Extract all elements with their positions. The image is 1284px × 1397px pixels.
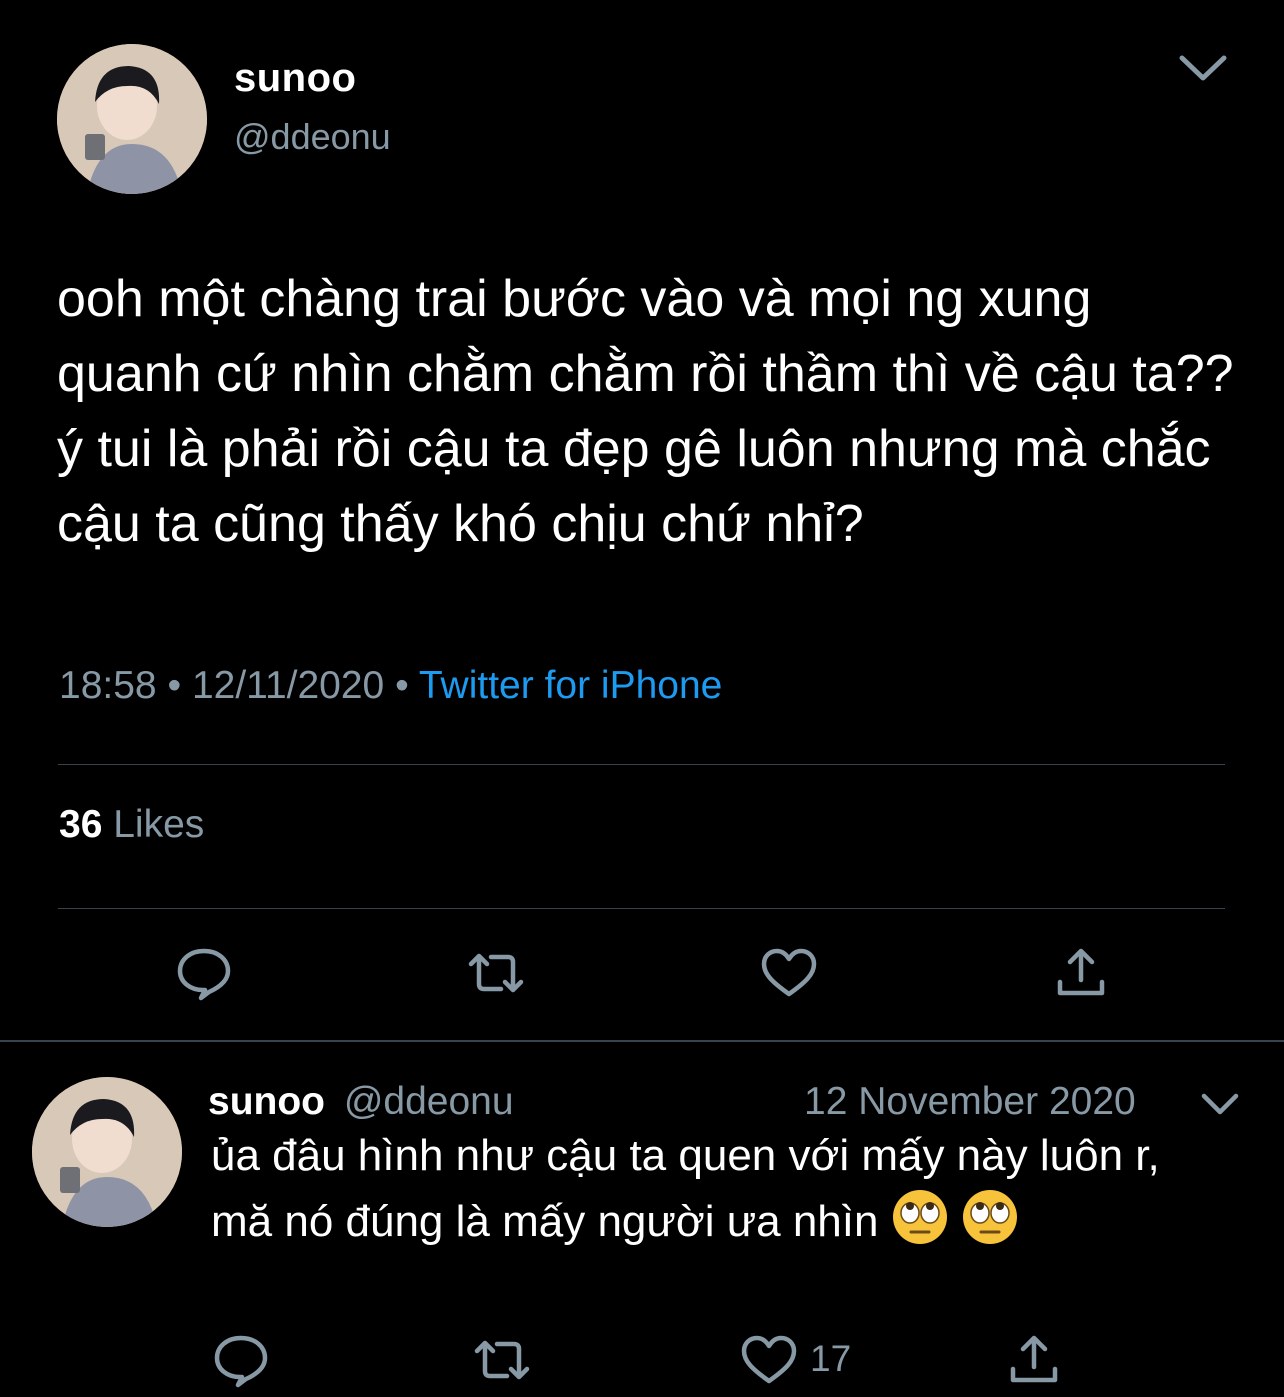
tweet-source-link[interactable]: Twitter for iPhone: [419, 664, 722, 707]
meta-separator: •: [167, 664, 182, 707]
reply-text-block: ủa đâu hình như cậu ta quen với mấy này …: [211, 1124, 1201, 1254]
chevron-down-icon[interactable]: [1200, 1090, 1240, 1118]
likes-count: 36: [59, 803, 103, 846]
avatar-image: [32, 1077, 182, 1227]
divider: [58, 908, 1225, 909]
retweet-icon[interactable]: [473, 1331, 531, 1389]
share-icon[interactable]: [1005, 1331, 1063, 1389]
avatar[interactable]: [57, 44, 207, 194]
reply-icon[interactable]: [175, 944, 233, 1002]
share-icon[interactable]: [1052, 944, 1110, 1002]
display-name[interactable]: sunoo: [234, 56, 356, 101]
rolling-eyes-emoji-icon: [891, 1188, 949, 1246]
retweet-icon[interactable]: [467, 944, 525, 1002]
reply-icon[interactable]: [212, 1331, 270, 1389]
reply-date[interactable]: 12 November 2020: [804, 1080, 1136, 1124]
section-divider: [0, 1040, 1284, 1042]
like-icon[interactable]: [760, 944, 818, 1002]
like-count: 17: [810, 1338, 852, 1379]
avatar[interactable]: [32, 1077, 182, 1227]
tweet-date: 12/11/2020: [191, 664, 385, 707]
chevron-down-icon[interactable]: [1176, 50, 1230, 86]
tweet-time: 18:58: [59, 664, 157, 707]
reply-header: sunoo @ddeonu: [208, 1080, 514, 1124]
tweet-meta: 18:58 • 12/11/2020 • Twitter for iPhone: [59, 664, 722, 708]
user-handle[interactable]: @ddeonu: [344, 1080, 514, 1123]
likes-summary[interactable]: 36 Likes: [59, 803, 204, 847]
user-handle[interactable]: @ddeonu: [234, 116, 391, 158]
avatar-image: [57, 44, 207, 194]
display-name[interactable]: sunoo: [208, 1080, 325, 1123]
tweet-text: ooh một chàng trai bước vào và mọi ng xu…: [57, 270, 1234, 553]
divider: [58, 764, 1225, 765]
rolling-eyes-emoji-icon: [961, 1188, 1019, 1246]
likes-label: Likes: [113, 803, 205, 846]
like-icon[interactable]: [740, 1331, 798, 1389]
meta-separator: •: [395, 664, 409, 707]
